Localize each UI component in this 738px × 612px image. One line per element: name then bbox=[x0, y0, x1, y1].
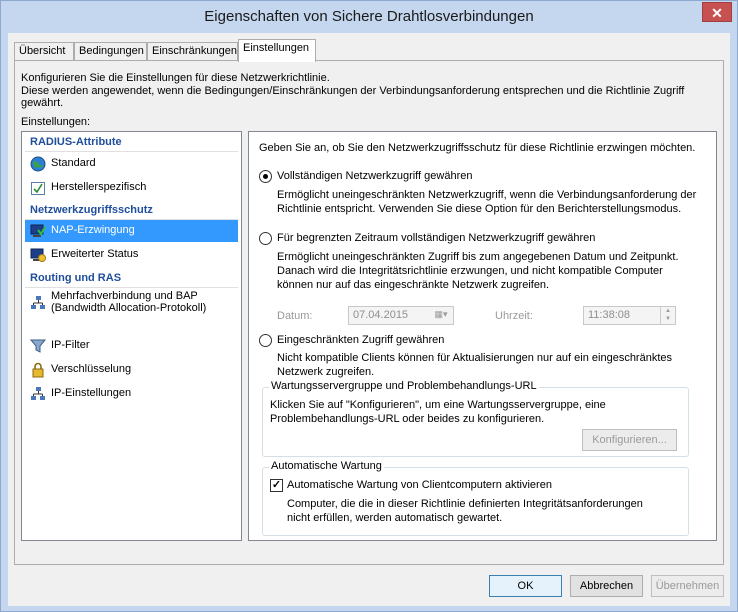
nap-enforcement-panel: Geben Sie an, ob Sie den Netzwerkzugriff… bbox=[248, 131, 717, 541]
network-icon bbox=[31, 296, 45, 309]
settings-label: Einstellungen: bbox=[21, 116, 91, 128]
list-item-extended-state[interactable]: Erweiterter Status bbox=[25, 244, 238, 266]
list-item-label: NAP-Erzwingung bbox=[51, 224, 135, 236]
dialog-window: Eigenschaften von Sichere Drahtlosverbin… bbox=[0, 0, 738, 612]
list-item-nap-enforcement[interactable]: NAP-Erzwingung bbox=[25, 220, 238, 242]
intro-line-1: Konfigurieren Sie die Einstellungen für … bbox=[21, 72, 330, 84]
group-network-access-protection: Netzwerkzugriffsschutz bbox=[25, 204, 238, 220]
checklist-icon bbox=[31, 182, 45, 195]
settings-list: RADIUS-Attribute Standard Herstellerspez… bbox=[21, 131, 242, 541]
tab-einschraenkungen[interactable]: Einschränkungen bbox=[147, 42, 238, 61]
list-item-label: IP-Einstellungen bbox=[51, 387, 132, 399]
ok-button[interactable]: OK bbox=[489, 575, 562, 597]
remediation-text: Klicken Sie auf "Konfigurieren", um eine… bbox=[270, 399, 606, 425]
group-routing-ras: Routing und RAS bbox=[25, 272, 238, 288]
network-icon bbox=[31, 387, 45, 400]
auto-remediation-checkbox-label[interactable]: Automatische Wartung von Clientcomputern… bbox=[287, 479, 552, 491]
radio-limited-time[interactable] bbox=[259, 232, 272, 245]
radio-full-access-label[interactable]: Vollständigen Netzwerkzugriff gewähren bbox=[277, 170, 472, 182]
list-item-label: Herstellerspezifisch bbox=[51, 181, 147, 193]
cancel-button[interactable]: Abbrechen bbox=[570, 575, 643, 597]
radio-full-access[interactable] bbox=[259, 170, 272, 183]
date-label: Datum: bbox=[277, 310, 313, 322]
configure-button[interactable]: Konfigurieren... bbox=[582, 429, 677, 451]
group-radius-label: RADIUS-Attribute bbox=[30, 136, 122, 148]
auto-remediation-group-title: Automatische Wartung bbox=[269, 460, 384, 472]
list-item-label: Mehrfachverbindung und BAP (Bandwidth Al… bbox=[51, 290, 207, 314]
nap-enforcement-icon bbox=[30, 224, 46, 237]
intro-line-2: Diese werden angewendet, wenn die Beding… bbox=[21, 85, 685, 109]
nap-heading: Geben Sie an, ob Sie den Netzwerkzugriff… bbox=[259, 142, 696, 154]
dialog-client-area: Übersicht Bedingungen Einschränkungen Ei… bbox=[8, 33, 730, 606]
group-radius-attributes: RADIUS-Attribute bbox=[25, 136, 238, 152]
group-routing-label: Routing und RAS bbox=[30, 272, 122, 284]
radio-limited-time-label[interactable]: Für begrenzten Zeitraum vollständigen Ne… bbox=[277, 232, 595, 244]
remediation-group: Wartungsservergruppe und Problembehandlu… bbox=[262, 380, 689, 457]
close-button[interactable]: ✕ bbox=[702, 2, 732, 22]
globe-icon bbox=[30, 156, 46, 172]
radio-restricted-access-label[interactable]: Eingeschränkten Zugriff gewähren bbox=[277, 334, 444, 346]
title-bar[interactable]: Eigenschaften von Sichere Drahtlosverbin… bbox=[1, 1, 737, 33]
time-value: 11:38:08 bbox=[588, 309, 631, 321]
extended-state-icon bbox=[30, 248, 46, 262]
group-nap-label: Netzwerkzugriffsschutz bbox=[30, 204, 153, 216]
list-item-ip-filter[interactable]: IP-Filter bbox=[25, 335, 238, 357]
list-item-label: Standard bbox=[51, 157, 96, 169]
time-label: Uhrzeit: bbox=[495, 310, 533, 322]
limited-time-description: Ermöglicht uneingeschränkten Zugriff bis… bbox=[277, 251, 679, 291]
tab-bedingungen[interactable]: Bedingungen bbox=[74, 42, 147, 61]
list-item-encryption[interactable]: Verschlüsselung bbox=[25, 359, 238, 381]
date-picker[interactable]: 07.04.2015 ▦▾ bbox=[348, 306, 454, 325]
list-item-label: IP-Filter bbox=[51, 339, 90, 351]
list-item-standard[interactable]: Standard bbox=[25, 153, 238, 175]
auto-remediation-group: Automatische Wartung ✓ Automatische Wart… bbox=[262, 460, 689, 536]
time-picker[interactable]: 11:38:08 ▲ ▼ bbox=[583, 306, 676, 325]
spin-updown-icon[interactable]: ▲ ▼ bbox=[660, 307, 675, 324]
settings-tab-panel: Konfigurieren Sie die Einstellungen für … bbox=[14, 60, 724, 565]
remediation-group-title: Wartungsservergruppe und Problembehandlu… bbox=[269, 380, 539, 392]
restricted-description: Nicht kompatible Clients können für Aktu… bbox=[277, 352, 673, 378]
tab-einstellungen[interactable]: Einstellungen bbox=[238, 39, 316, 62]
date-value: 07.04.2015 bbox=[353, 309, 409, 321]
auto-remediation-description: Computer, die die in dieser Richtlinie d… bbox=[287, 498, 643, 524]
list-item-label: Verschlüsselung bbox=[51, 363, 132, 375]
filter-icon bbox=[30, 339, 46, 353]
lock-icon bbox=[32, 362, 44, 378]
radio-restricted-access[interactable] bbox=[259, 334, 272, 347]
list-item-ip-settings[interactable]: IP-Einstellungen bbox=[25, 383, 238, 405]
apply-button[interactable]: Übernehmen bbox=[651, 575, 724, 597]
calendar-dropdown-icon: ▦▾ bbox=[434, 309, 448, 319]
list-item-multilink-bap[interactable]: Mehrfachverbindung und BAP (Bandwidth Al… bbox=[25, 288, 238, 328]
list-item-vendor-specific[interactable]: Herstellerspezifisch bbox=[25, 177, 238, 199]
auto-remediation-checkbox[interactable]: ✓ bbox=[270, 479, 283, 492]
full-access-description: Ermöglicht uneingeschränkten Netzwerkzug… bbox=[277, 189, 697, 215]
list-item-label: Erweiterter Status bbox=[51, 248, 139, 260]
tab-uebersicht[interactable]: Übersicht bbox=[14, 42, 74, 61]
window-title: Eigenschaften von Sichere Drahtlosverbin… bbox=[204, 8, 534, 25]
